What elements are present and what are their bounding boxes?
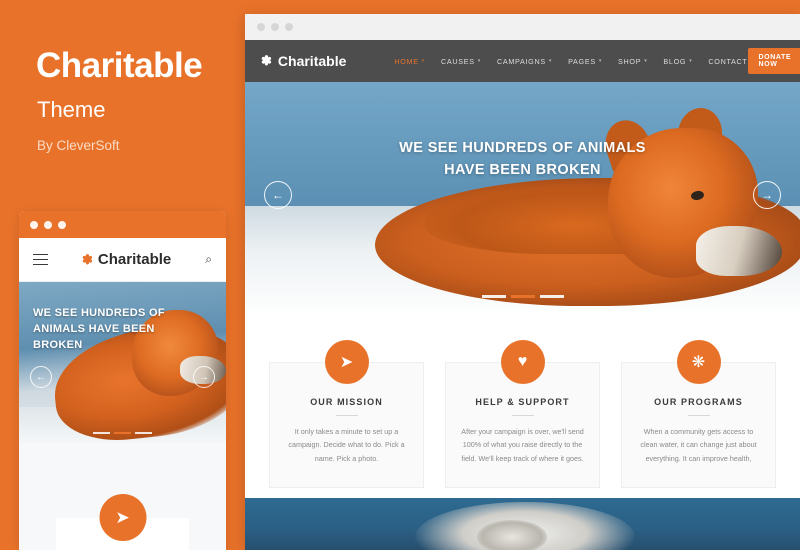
nav-item-home[interactable]: HOME ▾ [394, 57, 425, 66]
desktop-hero-slider: WE SEE HUNDREDS OF ANIMALS HAVE BEEN BRO… [245, 82, 800, 312]
mobile-navbar: ✽ Charitable ⌕ [19, 238, 226, 282]
window-dot-maximize[interactable] [285, 23, 293, 31]
nav-item-label: BLOG [663, 56, 687, 66]
mobile-slider-dot[interactable] [93, 431, 110, 434]
search-icon[interactable]: ⌕ [205, 252, 212, 267]
feature-text: When a community gets access to clean wa… [640, 427, 757, 463]
nav-item-label: HOME [394, 56, 419, 66]
slider-dot[interactable] [481, 295, 506, 298]
desktop-navbar: ✽ Charitable HOME ▾ CAUSES ▾ CAMPAIGNS ▾… [245, 40, 800, 82]
author-byline: By CleverSoft [37, 138, 120, 153]
desktop-logo[interactable]: ✽ Charitable [261, 53, 346, 69]
donate-now-button[interactable]: DONATE NOW [747, 48, 800, 74]
feature-divider [511, 415, 534, 416]
slider-dot[interactable] [539, 295, 564, 298]
feature-card-our-programs: ❋ OUR PROGRAMS When a community gets acc… [621, 340, 776, 488]
slider-prev-icon[interactable]: ← [264, 181, 292, 209]
hero-fox-snout [696, 226, 782, 276]
desktop-window-titlebar [245, 14, 800, 40]
window-dot-maximize[interactable] [58, 220, 66, 229]
feature-divider [687, 415, 710, 416]
hero-headline-line-2: HAVE BEEN BROKEN [444, 161, 601, 178]
desktop-next-section-preview [245, 498, 800, 550]
nav-item-campaigns[interactable]: CAMPAIGNS ▾ [497, 57, 552, 66]
nav-item-pages[interactable]: PAGES ▾ [568, 57, 602, 66]
chevron-down-icon: ▾ [644, 58, 648, 64]
paper-plane-icon: ➤ [324, 340, 369, 384]
nav-item-label: CONTACT [708, 56, 748, 66]
hamburger-icon[interactable] [33, 250, 48, 268]
mobile-hero-headline: WE SEE HUNDREDS OF ANIMALS HAVE BEEN BRO… [33, 307, 165, 351]
mobile-slider-prev-icon[interactable]: ← [30, 366, 52, 388]
slider-dot-active[interactable] [510, 295, 535, 298]
mobile-hero-slider: WE SEE HUNDREDS OF ANIMALS HAVE BEEN BRO… [19, 282, 226, 443]
feature-section: ➤ OUR MISSION It only takes a minute to … [245, 312, 800, 488]
feature-text: It only takes a minute to set up a campa… [288, 427, 405, 463]
window-dot-close[interactable] [257, 23, 265, 31]
hero-headline: WE SEE HUNDREDS OF ANIMALS HAVE BEEN BRO… [245, 138, 800, 182]
feature-card-help-support: ♥ HELP & SUPPORT After your campaign is … [445, 340, 600, 488]
main-menu: HOME ▾ CAUSES ▾ CAMPAIGNS ▾ PAGES ▾ SHOP… [394, 57, 747, 66]
nav-item-label: CAUSES [440, 56, 475, 66]
nav-item-blog[interactable]: BLOG ▾ [663, 57, 692, 66]
desktop-preview: ✽ Charitable HOME ▾ CAUSES ▾ CAMPAIGNS ▾… [245, 14, 800, 550]
window-dot-close[interactable] [30, 220, 38, 229]
mobile-window-titlebar [19, 211, 226, 238]
mobile-logo-text: Charitable [97, 251, 172, 268]
chevron-down-icon: ▾ [477, 58, 481, 64]
chevron-down-icon: ▾ [689, 58, 693, 64]
feature-card-our-mission: ➤ OUR MISSION It only takes a minute to … [269, 340, 424, 488]
slider-pagination [245, 295, 800, 298]
page-subtitle: Theme [37, 97, 106, 122]
page-title: Charitable [36, 46, 203, 85]
logo-mark-icon: ✽ [82, 251, 93, 267]
mobile-preview: ✽ Charitable ⌕ WE SEE HUNDREDS OF ANIMAL… [19, 211, 226, 550]
chevron-down-icon: ▾ [598, 58, 603, 64]
mobile-slider-dot[interactable] [135, 431, 152, 434]
mobile-slider-pagination [19, 431, 226, 434]
slider-next-icon[interactable]: → [753, 181, 781, 209]
chevron-down-icon: ▾ [548, 58, 553, 64]
window-dot-minimize[interactable] [271, 23, 279, 31]
nav-item-label: CAMPAIGNS [496, 56, 546, 66]
feature-title: HELP & SUPPORT [475, 397, 570, 407]
nav-item-label: PAGES [568, 56, 596, 66]
feature-title: OUR PROGRAMS [654, 397, 743, 407]
nav-item-causes[interactable]: CAUSES ▾ [441, 57, 481, 66]
window-dot-minimize[interactable] [44, 220, 52, 229]
mobile-slider-dot-active[interactable] [114, 431, 131, 434]
logo-mark-icon: ✽ [261, 53, 272, 68]
heart-icon: ♥ [500, 340, 545, 384]
desktop-logo-text: Charitable [277, 53, 347, 69]
mobile-content-area: ➤ [19, 443, 226, 550]
hero-headline-line-1: WE SEE HUNDREDS OF ANIMALS [399, 140, 646, 156]
feature-title: OUR MISSION [310, 397, 383, 407]
nav-item-contact[interactable]: CONTACT [708, 57, 747, 66]
mobile-logo[interactable]: ✽ Charitable [82, 251, 171, 268]
next-section-animal-snout [477, 520, 547, 550]
feature-text: After your campaign is over, we'll send … [461, 427, 584, 463]
nav-item-label: SHOP [618, 56, 642, 66]
chevron-down-icon: ▾ [421, 58, 425, 64]
globe-icon: ❋ [676, 340, 721, 384]
feature-divider [335, 415, 358, 416]
nav-item-shop[interactable]: SHOP ▾ [618, 57, 647, 66]
mobile-slider-next-icon[interactable]: → [193, 366, 215, 388]
paper-plane-icon: ➤ [99, 494, 146, 541]
